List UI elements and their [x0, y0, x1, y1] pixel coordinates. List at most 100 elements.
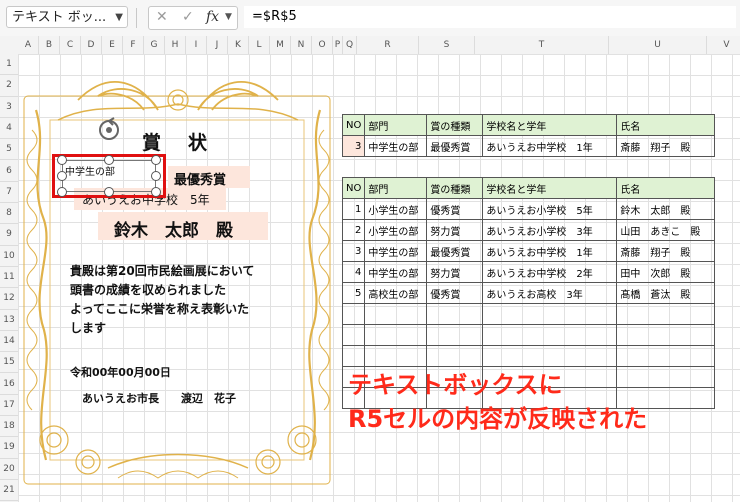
- table-cell[interactable]: 鈴木 太郎 殿: [616, 198, 716, 220]
- header-cell[interactable]: 氏名: [616, 177, 716, 199]
- table-cell[interactable]: 4: [341, 261, 366, 283]
- table-cell[interactable]: 中学生の部: [364, 261, 428, 283]
- table-cell[interactable]: 努力賞: [426, 219, 484, 241]
- table-cell[interactable]: 斎藤 翔子 殿: [616, 135, 716, 157]
- table-cell[interactable]: [341, 303, 366, 325]
- column-header-m[interactable]: M: [270, 36, 291, 54]
- table-cell[interactable]: 高校生の部: [364, 282, 428, 304]
- table-cell[interactable]: 田中 次郎 殿: [616, 261, 716, 283]
- row-header-2[interactable]: 2: [0, 75, 18, 97]
- table-cell[interactable]: 小学生の部: [364, 219, 428, 241]
- table-cell[interactable]: 山田 あきこ 殿: [616, 219, 716, 241]
- row-header-8[interactable]: 8: [0, 203, 18, 225]
- column-header-t[interactable]: T: [475, 36, 609, 54]
- row-header-11[interactable]: 11: [0, 267, 18, 289]
- row-header-10[interactable]: 10: [0, 246, 18, 267]
- row-header-1[interactable]: 1: [0, 54, 18, 76]
- table-cell[interactable]: 1: [341, 198, 366, 220]
- column-header-j[interactable]: J: [207, 36, 228, 54]
- column-header-p[interactable]: P: [333, 36, 343, 54]
- column-header-n[interactable]: N: [291, 36, 312, 54]
- no-cell[interactable]: 3: [341, 135, 366, 157]
- table-cell[interactable]: [364, 345, 428, 367]
- row-header-15[interactable]: 15: [0, 352, 18, 374]
- table-cell[interactable]: 5: [341, 282, 366, 304]
- column-header-e[interactable]: E: [102, 36, 123, 54]
- table-cell[interactable]: [364, 324, 428, 346]
- column-header-c[interactable]: C: [60, 36, 81, 54]
- row-header-7[interactable]: 7: [0, 182, 18, 204]
- table-cell[interactable]: [341, 345, 366, 367]
- table-cell[interactable]: [426, 345, 484, 367]
- table-cell[interactable]: あいうえお中学校 1年: [482, 240, 618, 262]
- insert-function-icon[interactable]: fx: [206, 9, 219, 25]
- table-cell[interactable]: 斎藤 翔子 殿: [616, 240, 716, 262]
- row-header-17[interactable]: 17: [0, 395, 18, 417]
- column-header-v[interactable]: V: [707, 36, 740, 54]
- column-header-h[interactable]: H: [165, 36, 186, 54]
- table-cell[interactable]: 髙橋 蒼汰 殿: [616, 282, 716, 304]
- column-header-i[interactable]: I: [186, 36, 207, 54]
- header-cell[interactable]: 部門: [364, 177, 428, 199]
- table-cell[interactable]: 小学生の部: [364, 198, 428, 220]
- header-cell[interactable]: 賞の種類: [426, 177, 484, 199]
- header-cell[interactable]: NO: [341, 177, 366, 199]
- row-header-16[interactable]: 16: [0, 374, 18, 395]
- column-header-l[interactable]: L: [249, 36, 270, 54]
- cancel-icon[interactable]: ✕: [156, 9, 168, 25]
- table-cell[interactable]: 中学生の部: [364, 240, 428, 262]
- table-cell[interactable]: [616, 303, 716, 325]
- column-header-s[interactable]: S: [419, 36, 475, 54]
- table-cell[interactable]: あいうえお中学校 1年: [482, 135, 618, 157]
- header-cell[interactable]: 賞の種類: [426, 114, 484, 136]
- table-cell[interactable]: 中学生の部: [364, 135, 428, 157]
- row-header-19[interactable]: 19: [0, 437, 18, 459]
- table-cell[interactable]: 優秀賞: [426, 282, 484, 304]
- header-cell[interactable]: NO: [341, 114, 366, 136]
- table-cell[interactable]: 最優秀賞: [426, 240, 484, 262]
- header-cell[interactable]: 学校名と学年: [482, 114, 618, 136]
- table-cell[interactable]: 努力賞: [426, 261, 484, 283]
- header-cell[interactable]: 部門: [364, 114, 428, 136]
- row-header-18[interactable]: 18: [0, 416, 18, 438]
- table-cell[interactable]: [482, 324, 618, 346]
- table-cell[interactable]: 3: [341, 240, 366, 262]
- row-header-3[interactable]: 3: [0, 97, 18, 118]
- table-cell[interactable]: あいうえお小学校 3年: [482, 219, 618, 241]
- row-header-13[interactable]: 13: [0, 310, 18, 331]
- row-header-12[interactable]: 12: [0, 288, 18, 310]
- table-cell[interactable]: [426, 303, 484, 325]
- table-cell[interactable]: [341, 324, 366, 346]
- column-header-g[interactable]: G: [144, 36, 165, 54]
- header-cell[interactable]: 学校名と学年: [482, 177, 618, 199]
- row-header-14[interactable]: 14: [0, 331, 18, 353]
- chevron-down-icon[interactable]: ▼: [225, 12, 232, 22]
- column-header-r[interactable]: R: [357, 36, 419, 54]
- table-cell[interactable]: [616, 324, 716, 346]
- table-cell[interactable]: [482, 345, 618, 367]
- row-header-21[interactable]: 21: [0, 480, 18, 502]
- table-cell[interactable]: [482, 303, 618, 325]
- table-cell[interactable]: 優秀賞: [426, 198, 484, 220]
- row-header-5[interactable]: 5: [0, 139, 18, 161]
- column-header-k[interactable]: K: [228, 36, 249, 54]
- name-box[interactable]: テキスト ボッ... ▼: [6, 6, 128, 28]
- column-header-q[interactable]: Q: [343, 36, 357, 54]
- formula-input[interactable]: =$R$5: [244, 6, 736, 28]
- column-header-u[interactable]: U: [609, 36, 707, 54]
- row-header-9[interactable]: 9: [0, 224, 18, 246]
- row-header-4[interactable]: 4: [0, 118, 18, 140]
- header-cell[interactable]: 氏名: [616, 114, 716, 136]
- enter-icon[interactable]: ✓: [182, 9, 194, 25]
- column-header-b[interactable]: B: [39, 36, 60, 54]
- table-cell[interactable]: 2: [341, 219, 366, 241]
- column-header-a[interactable]: A: [18, 36, 39, 54]
- table-cell[interactable]: [364, 303, 428, 325]
- resize-handles[interactable]: [18, 70, 338, 210]
- chevron-down-icon[interactable]: ▼: [115, 7, 123, 29]
- table-cell[interactable]: 最優秀賞: [426, 135, 484, 157]
- column-header-f[interactable]: F: [123, 36, 144, 54]
- column-header-o[interactable]: O: [312, 36, 333, 54]
- column-header-d[interactable]: D: [81, 36, 102, 54]
- table-cell[interactable]: あいうえお小学校 5年: [482, 198, 618, 220]
